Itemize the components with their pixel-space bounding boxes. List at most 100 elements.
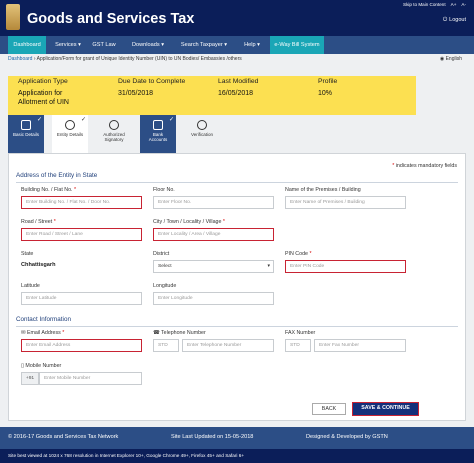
pin-input[interactable]: Enter PIN Code [285, 260, 406, 273]
chevron-down-icon: ▾ [267, 263, 270, 269]
tab-authorized-signatory[interactable]: Authorized Signatory [96, 115, 132, 153]
fax-std-input[interactable]: STD [285, 339, 311, 352]
due-date-value: 31/05/2018 [118, 90, 154, 97]
mobile-icon: ▯ [21, 363, 24, 369]
language-selector[interactable]: ◉ English [440, 56, 462, 62]
phone-icon: ☎ [153, 330, 160, 336]
section-divider [16, 326, 458, 327]
road-label: Road / Street * [21, 219, 56, 225]
tab-bank-accounts[interactable]: ✓ Bank Accounts [140, 115, 176, 153]
district-select-value: Select [158, 264, 172, 269]
district-select[interactable]: Select ▾ [153, 260, 274, 273]
nav-downloads[interactable]: Downloads ▾ [126, 36, 170, 54]
emblem-logo [6, 4, 20, 30]
tab-label: Verification [190, 132, 213, 137]
footer-designed-by: Designed & Developed by GSTN [306, 434, 388, 440]
latitude-input[interactable]: Enter Latitude [21, 292, 142, 305]
section-divider [16, 182, 458, 183]
mail-icon: ✉ [21, 330, 26, 336]
user-icon [109, 120, 119, 130]
tab-label: Entity Details [56, 132, 84, 137]
language-label: English [445, 56, 462, 62]
telephone-input[interactable]: Enter Telephone Number [182, 339, 274, 352]
application-info-bar: Application Type Application for Allotme… [8, 76, 416, 115]
breadcrumb: Dashboard › Application/Form for grant o… [8, 56, 466, 66]
longitude-input[interactable]: Enter Longitude [153, 292, 274, 305]
state-label: State [21, 251, 34, 257]
tab-label: Signatory [104, 137, 124, 143]
latitude-label: Latitude [21, 283, 40, 289]
fax-label: FAX Number [285, 330, 316, 336]
premises-input[interactable]: Enter Name of Premises / Building [285, 196, 406, 209]
verify-icon [197, 120, 207, 130]
top-links: Skip to Main Content A+ A- [403, 2, 466, 7]
tab-entity-details[interactable]: ✓ Entity Details [52, 115, 88, 153]
pin-label: PIN Code * [285, 251, 312, 257]
city-label: City / Town / Locality / Village * [153, 219, 225, 225]
breadcrumb-home-link[interactable]: Dashboard [8, 56, 32, 62]
tab-label: Basic Details [12, 132, 39, 137]
profile-label: Profile [318, 78, 338, 85]
tab-verification[interactable]: Verification [184, 115, 220, 153]
logout-link[interactable]: ⏻ Logout [441, 17, 466, 24]
footer-copyright: © 2016-17 Goods and Services Tax Network [8, 434, 119, 440]
mobile-label: ▯ Mobile Number [21, 363, 62, 369]
road-input[interactable]: Enter Road / Street / Lane [21, 228, 142, 241]
nav-help[interactable]: Help ▾ [238, 36, 266, 54]
last-modified-label: Last Modified [218, 78, 259, 85]
logout-icon: ⏻ [442, 17, 448, 23]
check-icon: ✓ [80, 117, 86, 123]
main-nav: Dashboard Services ▾ GST Law Downloads ▾… [0, 36, 474, 54]
last-modified-value: 16/05/2018 [218, 90, 254, 97]
nav-services[interactable]: Services ▾ [50, 36, 86, 54]
tab-label: Accounts [148, 137, 168, 143]
font-decrease-link[interactable]: A- [461, 2, 466, 7]
state-value: Chhattisgarh [21, 262, 56, 268]
site-title: Goods and Services Tax [27, 11, 195, 27]
check-icon: ✓ [168, 117, 174, 123]
floor-label: Floor No. [153, 187, 175, 193]
tab-basic-details[interactable]: ✓ Basic Details [8, 115, 44, 153]
profile-value: 10% [318, 90, 333, 97]
globe-icon: ◉ [439, 56, 445, 62]
email-input[interactable]: Enter Email Address [21, 339, 142, 352]
longitude-label: Longitude [153, 283, 177, 289]
application-type-value-2: Allotment of UIN [18, 99, 69, 106]
breadcrumb-current: Application/Form for grant of Unique Ide… [36, 56, 242, 62]
building-label: Building No. / Flat No. * [21, 187, 77, 193]
application-type-value-1: Application for [18, 90, 63, 97]
browser-note: Site best viewed at 1024 x 768 resolutio… [0, 449, 474, 463]
entity-details-form: * indicates mandatory fields Address of … [8, 153, 466, 421]
premises-label: Name of the Premises / Building [285, 187, 361, 193]
document-icon [21, 120, 31, 130]
due-date-label: Due Date to Complete [118, 78, 186, 85]
application-type-label: Application Type [18, 78, 68, 85]
nav-search-taxpayer[interactable]: Search Taxpayer ▾ [174, 36, 234, 54]
font-increase-link[interactable]: A+ [451, 2, 457, 7]
breadcrumb-separator: › [33, 56, 36, 62]
bank-icon [153, 120, 163, 130]
back-button[interactable]: BACK [312, 403, 346, 415]
site-footer: © 2016-17 Goods and Services Tax Network… [0, 427, 474, 449]
nav-dashboard[interactable]: Dashboard [8, 36, 46, 54]
mandatory-note: * indicates mandatory fields [392, 163, 457, 169]
city-input[interactable]: Enter Locality / Area / Village [153, 228, 274, 241]
save-continue-button[interactable]: SAVE & CONTINUE [352, 402, 419, 416]
section-title-contact: Contact Information [16, 316, 71, 323]
mobile-input[interactable]: Enter Mobile Number [39, 372, 142, 385]
globe-icon [65, 120, 75, 130]
nav-eway-bill[interactable]: e-Way Bill System [270, 36, 324, 54]
nav-gst-law[interactable]: GST Law [90, 36, 118, 54]
site-header: Goods and Services Tax Skip to Main Cont… [0, 0, 474, 36]
building-input[interactable]: Enter Building No. / Flat No. / Door No. [21, 196, 142, 209]
mobile-country-code: +91 [21, 372, 39, 385]
section-title-address: Address of the Entity in State [16, 172, 98, 179]
fax-input[interactable]: Enter Fax Number [314, 339, 406, 352]
step-tabs: ✓ Basic Details ✓ Entity Details Authori… [8, 115, 466, 153]
telephone-std-input[interactable]: STD [153, 339, 179, 352]
skip-to-main-link[interactable]: Skip to Main Content [403, 2, 446, 7]
district-label: District [153, 251, 170, 257]
check-icon: ✓ [36, 117, 42, 123]
floor-input[interactable]: Enter Floor No. [153, 196, 274, 209]
telephone-label: ☎ Telephone Number [153, 330, 206, 336]
